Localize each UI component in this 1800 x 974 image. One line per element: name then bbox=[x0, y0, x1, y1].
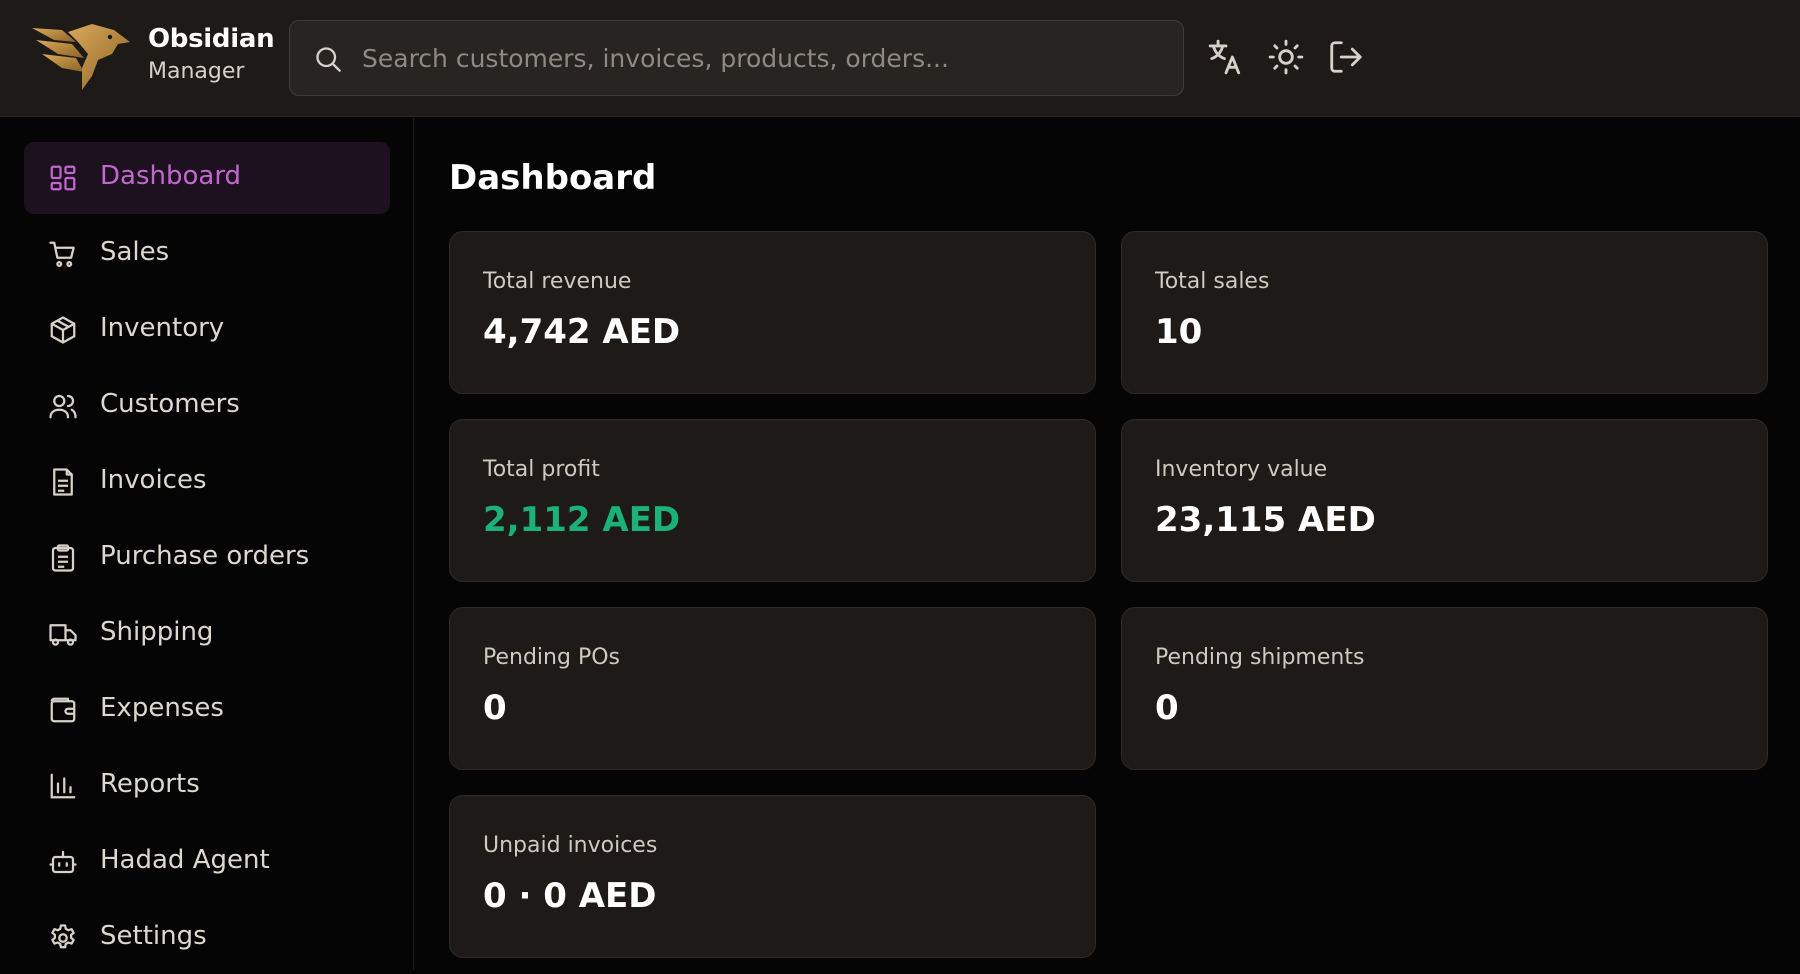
sidebar-item-label: Purchase orders bbox=[100, 541, 310, 571]
sidebar-item-sales[interactable]: Sales bbox=[24, 218, 390, 290]
sidebar-item-shipping[interactable]: Shipping bbox=[24, 598, 390, 670]
sidebar-item-label: Invoices bbox=[100, 465, 207, 495]
clipboard-icon bbox=[51, 544, 75, 572]
stat-label: Pending POs bbox=[483, 645, 620, 670]
stat-label: Total sales bbox=[1155, 269, 1270, 294]
stat-label: Total revenue bbox=[483, 269, 632, 294]
dashboard-icon bbox=[50, 165, 76, 191]
stat-value: 0 bbox=[1155, 688, 1179, 728]
stat-label: Inventory value bbox=[1155, 457, 1328, 482]
bot-icon bbox=[49, 850, 77, 874]
global-search[interactable] bbox=[289, 20, 1184, 96]
sidebar: Dashboard Sales Inventory Customers Invo… bbox=[0, 118, 414, 970]
sidebar-item-reports[interactable]: Reports bbox=[24, 750, 390, 822]
bar-chart-icon bbox=[50, 773, 76, 799]
stat-card-pending-pos[interactable]: Pending POs 0 bbox=[449, 607, 1096, 770]
page-title: Dashboard bbox=[449, 158, 657, 198]
stat-card-pending-shipments[interactable]: Pending shipments 0 bbox=[1121, 607, 1768, 770]
box-icon bbox=[50, 316, 76, 344]
brand-name: Obsidian bbox=[148, 24, 275, 54]
stat-value: 0 · 0 AED bbox=[483, 876, 657, 916]
stat-value: 0 bbox=[483, 688, 507, 728]
sidebar-item-dashboard[interactable]: Dashboard bbox=[24, 142, 390, 214]
stat-label: Unpaid invoices bbox=[483, 833, 658, 858]
sidebar-item-expenses[interactable]: Expenses bbox=[24, 674, 390, 746]
sidebar-item-label: Customers bbox=[100, 389, 240, 419]
eagle-logo-icon[interactable] bbox=[32, 24, 132, 90]
truck-icon bbox=[49, 624, 77, 646]
stat-value: 10 bbox=[1155, 312, 1203, 352]
search-icon bbox=[316, 47, 341, 72]
sidebar-item-hadad-agent[interactable]: Hadad Agent bbox=[24, 826, 390, 898]
stat-card-unpaid-invoices[interactable]: Unpaid invoices 0 · 0 AED bbox=[449, 795, 1096, 958]
brand-subtitle: Manager bbox=[148, 59, 245, 84]
document-icon bbox=[53, 468, 73, 496]
stat-label: Total profit bbox=[483, 457, 600, 482]
wallet-icon bbox=[50, 697, 76, 723]
translate-icon[interactable] bbox=[1207, 38, 1245, 76]
sidebar-item-settings[interactable]: Settings bbox=[24, 902, 390, 974]
sun-icon[interactable] bbox=[1267, 38, 1305, 76]
stat-value: 4,742 AED bbox=[483, 312, 681, 352]
sidebar-item-label: Dashboard bbox=[100, 161, 242, 191]
sidebar-item-label: Expenses bbox=[100, 693, 224, 723]
sidebar-item-label: Sales bbox=[100, 237, 170, 267]
cart-icon bbox=[49, 241, 75, 267]
sidebar-item-invoices[interactable]: Invoices bbox=[24, 446, 390, 518]
stat-card-total-revenue[interactable]: Total revenue 4,742 AED bbox=[449, 231, 1096, 394]
stat-value: 23,115 AED bbox=[1155, 500, 1376, 540]
sidebar-item-customers[interactable]: Customers bbox=[24, 370, 390, 442]
stat-value: 2,112 AED bbox=[483, 500, 681, 540]
search-input[interactable] bbox=[362, 21, 1162, 95]
sidebar-item-label: Hadad Agent bbox=[100, 845, 270, 875]
stat-card-total-sales[interactable]: Total sales 10 bbox=[1121, 231, 1768, 394]
stat-card-inventory-value[interactable]: Inventory value 23,115 AED bbox=[1121, 419, 1768, 582]
sidebar-item-purchase-orders[interactable]: Purchase orders bbox=[24, 522, 390, 594]
stat-card-total-profit[interactable]: Total profit 2,112 AED bbox=[449, 419, 1096, 582]
gear-icon bbox=[51, 924, 75, 949]
users-icon bbox=[49, 394, 77, 419]
sidebar-item-inventory[interactable]: Inventory bbox=[24, 294, 390, 366]
top-header: Obsidian Manager bbox=[0, 0, 1800, 117]
sidebar-item-label: Shipping bbox=[100, 617, 214, 647]
sidebar-item-label: Inventory bbox=[100, 313, 225, 343]
stat-label: Pending shipments bbox=[1155, 645, 1365, 670]
logout-icon[interactable] bbox=[1327, 38, 1365, 76]
sidebar-item-label: Reports bbox=[100, 769, 200, 799]
sidebar-item-label: Settings bbox=[100, 921, 207, 951]
